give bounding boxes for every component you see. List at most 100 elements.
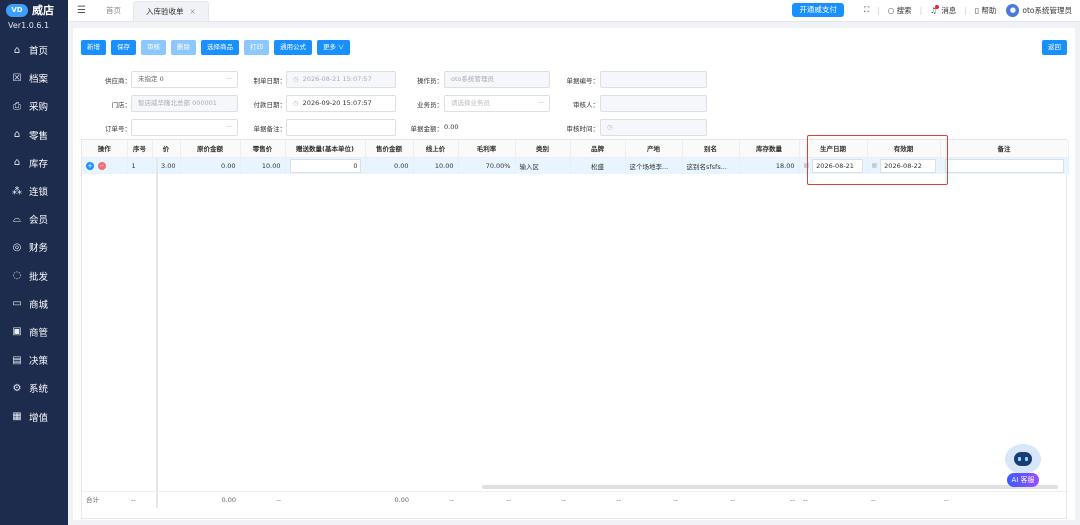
audit-button[interactable]: 审核 xyxy=(141,40,166,55)
col-header[interactable]: 价 xyxy=(152,140,181,158)
search-button[interactable]: ○ 搜索 xyxy=(888,5,912,16)
user-menu[interactable]: ● oto系统管理员 xyxy=(1006,3,1072,17)
sidebar-item-label: 系统 xyxy=(29,384,49,396)
print-button[interactable]: 打印 xyxy=(244,40,269,55)
create-date-value: 2026-08-21 15:07:57 xyxy=(302,75,372,83)
totals-label: 合计 xyxy=(86,496,99,504)
col-header[interactable]: 原价金额 xyxy=(180,140,241,158)
mall-icon: ▭ xyxy=(12,298,22,310)
store-field[interactable]: 智店威华隆北总部 000001 xyxy=(131,95,238,112)
fullscreen-icon[interactable]: ⛶ xyxy=(864,5,869,15)
salesman-field[interactable]: 请选择业务员 ··· xyxy=(444,95,550,112)
cell-retail: 10.00 xyxy=(240,157,286,174)
more-button[interactable]: 更多 ∨ xyxy=(317,40,351,55)
create-date-field[interactable]: ◷ 2026-08-21 15:07:57 xyxy=(286,71,396,88)
supplier-field[interactable]: 未指定 0 ··· xyxy=(131,71,238,88)
sidebar-item[interactable]: ⎙ 采购 xyxy=(0,92,68,120)
tab-home-label: 首页 xyxy=(106,6,121,15)
col-header[interactable]: 线上价 xyxy=(413,140,459,158)
pay-date-field[interactable]: ◷ 2026-09-20 15:07:57 xyxy=(286,95,396,112)
col-header[interactable]: 产地 xyxy=(625,140,683,158)
sidebar-item[interactable]: ▤ 决策 xyxy=(0,346,68,374)
messages-label: 消息 xyxy=(941,5,957,15)
sidebar-item-label: 商城 xyxy=(29,299,49,311)
doc-no-field[interactable] xyxy=(600,71,707,88)
tab-receipt-label: 入库验收单 xyxy=(146,7,184,16)
gift-qty-input[interactable]: 0 xyxy=(289,158,361,173)
member-icon: ⌓ xyxy=(13,213,21,225)
new-button[interactable]: 新增 xyxy=(81,40,106,55)
brand-logo[interactable]: VD 威店 xyxy=(0,0,68,20)
operator-field[interactable]: oto系统管理员 xyxy=(444,71,550,88)
row-actions: + − xyxy=(82,157,128,174)
col-header[interactable]: 别名 xyxy=(682,140,740,158)
pay-button[interactable]: 开通威支付 xyxy=(792,3,844,17)
totals-dash: -- xyxy=(561,496,566,504)
totals-orig-amount: 0.00 xyxy=(221,496,236,504)
cell-origin: 这个场地李... xyxy=(625,157,683,174)
merchant-icon: ▣ xyxy=(12,326,22,338)
tab-home[interactable]: 首页 xyxy=(94,1,133,21)
col-header[interactable]: 操作 xyxy=(82,140,128,158)
col-header[interactable]: 赠送数量(基本单位) xyxy=(285,140,366,158)
col-header[interactable]: 库存数量 xyxy=(739,140,800,158)
search-icon: ○ xyxy=(887,5,895,15)
items-grid: 操作 序号 价 原价金额 零售价 赠送数量(基本单位) 售价金额 线上价 毛利率… xyxy=(81,139,1069,519)
apply-formula-button[interactable]: 通用公式 xyxy=(274,40,312,55)
help-button[interactable]: ▯ 帮助 xyxy=(975,5,997,16)
col-header[interactable]: 零售价 xyxy=(240,140,286,158)
search-label: 搜索 xyxy=(896,5,912,15)
ai-service-button[interactable]: AI 客服 xyxy=(1003,444,1043,488)
col-header[interactable]: 备注 xyxy=(940,140,1069,158)
return-button[interactable]: 返回 xyxy=(1042,40,1067,55)
user-name: oto系统管理员 xyxy=(1022,5,1072,15)
save-button[interactable]: 保存 xyxy=(111,40,136,55)
close-icon[interactable]: × xyxy=(190,7,196,16)
remove-row-icon[interactable]: − xyxy=(98,161,106,170)
menu-toggle-icon[interactable]: ☰ xyxy=(77,5,86,16)
wholesale-icon: ◌ xyxy=(12,270,22,282)
operator-label: 操作员： xyxy=(417,77,443,85)
totals-dash: -- xyxy=(944,496,949,504)
delete-button[interactable]: 删除 xyxy=(171,40,196,55)
sidebar-item[interactable]: ⌂ 库存 xyxy=(0,149,68,177)
col-header[interactable]: 售价金额 xyxy=(365,140,414,158)
add-row-icon[interactable]: + xyxy=(86,161,94,170)
sidebar-item[interactable]: ⌓ 会员 xyxy=(0,205,68,233)
toolbar: 新增 保存 审核 删除 选择商品 打印 通用公式 更多 ∨ xyxy=(81,40,351,55)
col-header[interactable]: 毛利率 xyxy=(458,140,516,158)
robot-icon xyxy=(1005,444,1041,474)
sidebar-item[interactable]: ⌂ 首页 xyxy=(0,36,68,64)
sidebar-item[interactable]: ☒ 档案 xyxy=(0,64,68,92)
top-bar: ☰ 首页 入库验收单 × 开通威支付 ⛶ | ○ 搜索 | ♫ 消息 | ▯ 帮助… xyxy=(68,0,1080,22)
audit-time-field[interactable]: ◷ xyxy=(600,119,707,136)
remark-input[interactable] xyxy=(944,158,1064,173)
home-icon: ⌂ xyxy=(13,44,21,56)
sidebar-item[interactable]: ⌂ 零售 xyxy=(0,121,68,149)
tab-receipt[interactable]: 入库验收单 × xyxy=(133,1,209,21)
sidebar-item[interactable]: ▦ 增值 xyxy=(0,402,68,430)
sidebar-item[interactable]: ⁂ 连锁 xyxy=(0,177,68,205)
salesman-placeholder: 请选择业务员 xyxy=(451,99,490,107)
totals-dash: -- xyxy=(276,496,281,504)
col-header[interactable]: 品牌 xyxy=(570,140,626,158)
col-header[interactable]: 类别 xyxy=(515,140,571,158)
auditor-field[interactable] xyxy=(600,95,707,112)
col-header[interactable]: 序号 xyxy=(127,140,153,158)
cell-margin: 70.00% xyxy=(458,157,516,174)
clock-icon: ◷ xyxy=(607,123,613,131)
sidebar-item[interactable]: ◎ 财务 xyxy=(0,233,68,261)
help-label: 帮助 xyxy=(981,5,997,15)
sidebar-item[interactable]: ◌ 批发 xyxy=(0,262,68,290)
sidebar-item[interactable]: ▣ 商管 xyxy=(0,318,68,346)
sidebar-item[interactable]: ⚙ 系统 xyxy=(0,374,68,402)
select-goods-button[interactable]: 选择商品 xyxy=(201,40,239,55)
sidebar-item[interactable]: ▭ 商城 xyxy=(0,290,68,318)
horizontal-scrollbar[interactable] xyxy=(482,485,1058,489)
messages-button[interactable]: ♫ 消息 xyxy=(930,5,956,16)
divider: | xyxy=(964,5,967,15)
cell-orig-amount: 0.00 xyxy=(180,157,241,174)
remark-field[interactable] xyxy=(286,119,396,136)
cell-category: 输入区 xyxy=(515,157,571,174)
order-no-field[interactable]: ··· xyxy=(131,119,238,136)
